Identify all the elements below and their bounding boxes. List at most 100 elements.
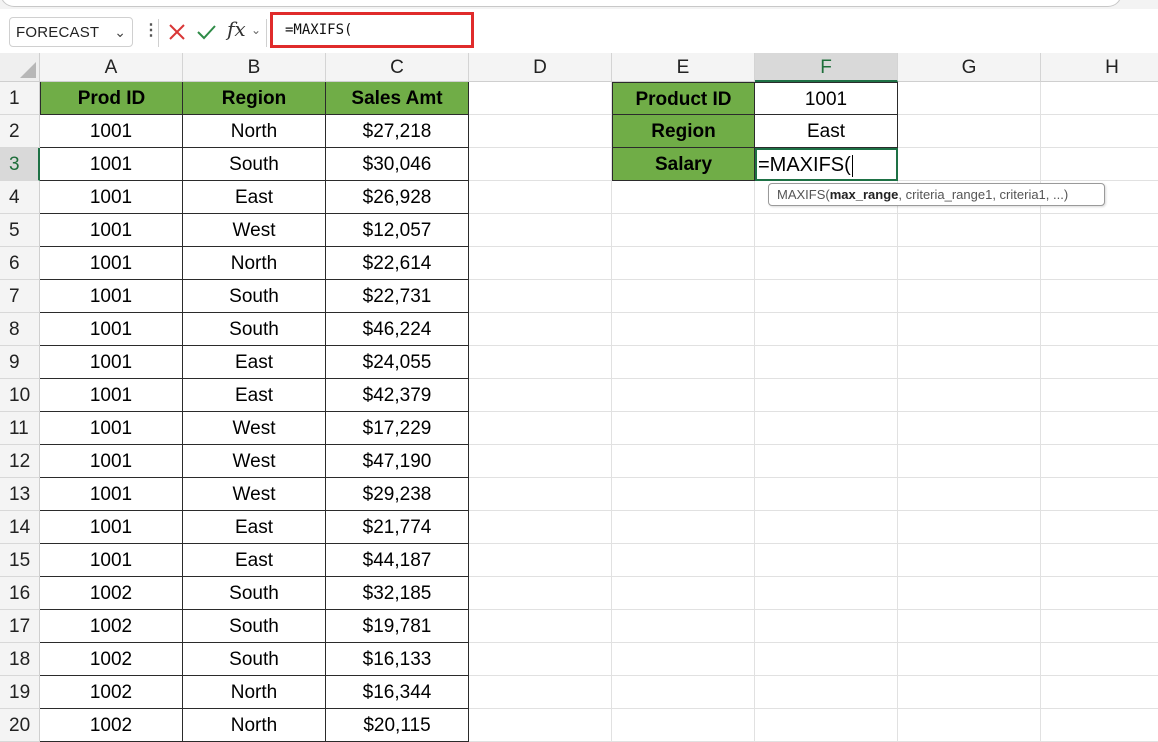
cell-a19[interactable]: 1002 <box>40 676 183 709</box>
cell-b3[interactable]: South <box>183 148 326 181</box>
select-all-corner[interactable] <box>0 53 40 82</box>
cell-d19[interactable] <box>469 676 612 709</box>
cell-e8[interactable] <box>612 313 755 346</box>
cell-a9[interactable]: 1001 <box>40 346 183 379</box>
cell-c4[interactable]: $26,928 <box>326 181 469 214</box>
cell-h5[interactable] <box>1041 214 1158 247</box>
row-header-3[interactable]: 3 <box>0 148 40 181</box>
cell-e10[interactable] <box>612 379 755 412</box>
cell-h16[interactable] <box>1041 577 1158 610</box>
cell-c7[interactable]: $22,731 <box>326 280 469 313</box>
formula-input[interactable]: =MAXIFS( <box>270 12 474 48</box>
cell-g2[interactable] <box>898 115 1041 148</box>
cell-d4[interactable] <box>469 181 612 214</box>
cell-d2[interactable] <box>469 115 612 148</box>
cell-d1[interactable] <box>469 82 612 115</box>
cell-a17[interactable]: 1002 <box>40 610 183 643</box>
cell-b19[interactable]: North <box>183 676 326 709</box>
row-header-17[interactable]: 17 <box>0 610 40 643</box>
row-header-15[interactable]: 15 <box>0 544 40 577</box>
cell-b20[interactable]: North <box>183 709 326 742</box>
cell-f11[interactable] <box>755 412 898 445</box>
cell-h14[interactable] <box>1041 511 1158 544</box>
cell-f7[interactable] <box>755 280 898 313</box>
cell-c10[interactable]: $42,379 <box>326 379 469 412</box>
cell-f18[interactable] <box>755 643 898 676</box>
cell-d20[interactable] <box>469 709 612 742</box>
cell-h19[interactable] <box>1041 676 1158 709</box>
enter-check-icon[interactable] <box>195 21 217 43</box>
cell-c20[interactable]: $20,115 <box>326 709 469 742</box>
cell-a5[interactable]: 1001 <box>40 214 183 247</box>
cell-g16[interactable] <box>898 577 1041 610</box>
cell-b4[interactable]: East <box>183 181 326 214</box>
cell-e15[interactable] <box>612 544 755 577</box>
cancel-icon[interactable] <box>166 21 188 43</box>
cell-g15[interactable] <box>898 544 1041 577</box>
cell-b16[interactable]: South <box>183 577 326 610</box>
cell-e3[interactable]: Salary <box>612 148 755 181</box>
cell-c11[interactable]: $17,229 <box>326 412 469 445</box>
cell-g5[interactable] <box>898 214 1041 247</box>
cell-g18[interactable] <box>898 643 1041 676</box>
row-header-11[interactable]: 11 <box>0 412 40 445</box>
cell-b17[interactable]: South <box>183 610 326 643</box>
cell-g17[interactable] <box>898 610 1041 643</box>
row-header-18[interactable]: 18 <box>0 643 40 676</box>
cell-g1[interactable] <box>898 82 1041 115</box>
column-header-g[interactable]: G <box>898 53 1041 82</box>
cell-e1[interactable]: Product ID <box>612 82 755 115</box>
column-header-a[interactable]: A <box>40 53 183 82</box>
cell-g14[interactable] <box>898 511 1041 544</box>
cell-d15[interactable] <box>469 544 612 577</box>
cell-b14[interactable]: East <box>183 511 326 544</box>
cell-b1[interactable]: Region <box>183 82 326 115</box>
cell-h20[interactable] <box>1041 709 1158 742</box>
cell-c8[interactable]: $46,224 <box>326 313 469 346</box>
cell-f8[interactable] <box>755 313 898 346</box>
row-header-6[interactable]: 6 <box>0 247 40 280</box>
cell-h13[interactable] <box>1041 478 1158 511</box>
cell-a14[interactable]: 1001 <box>40 511 183 544</box>
cell-e17[interactable] <box>612 610 755 643</box>
cell-f12[interactable] <box>755 445 898 478</box>
cell-a1[interactable]: Prod ID <box>40 82 183 115</box>
column-header-b[interactable]: B <box>183 53 326 82</box>
cell-g8[interactable] <box>898 313 1041 346</box>
cell-c3[interactable]: $30,046 <box>326 148 469 181</box>
cell-b11[interactable]: West <box>183 412 326 445</box>
row-header-1[interactable]: 1 <box>0 82 40 115</box>
cell-f14[interactable] <box>755 511 898 544</box>
cell-e19[interactable] <box>612 676 755 709</box>
cell-h17[interactable] <box>1041 610 1158 643</box>
row-header-9[interactable]: 9 <box>0 346 40 379</box>
cell-e4[interactable] <box>612 181 755 214</box>
column-header-d[interactable]: D <box>469 53 612 82</box>
cell-a7[interactable]: 1001 <box>40 280 183 313</box>
cell-d10[interactable] <box>469 379 612 412</box>
cell-g6[interactable] <box>898 247 1041 280</box>
tooltip-current-arg[interactable]: max_range <box>830 187 899 202</box>
cell-f10[interactable] <box>755 379 898 412</box>
cell-c18[interactable]: $16,133 <box>326 643 469 676</box>
cell-h12[interactable] <box>1041 445 1158 478</box>
cell-a12[interactable]: 1001 <box>40 445 183 478</box>
cell-g3[interactable] <box>898 148 1041 181</box>
cell-d6[interactable] <box>469 247 612 280</box>
cell-d16[interactable] <box>469 577 612 610</box>
cell-f3[interactable]: =MAXIFS( <box>755 148 898 181</box>
row-header-20[interactable]: 20 <box>0 709 40 742</box>
cell-e2[interactable]: Region <box>612 115 755 148</box>
cell-e18[interactable] <box>612 643 755 676</box>
cell-f17[interactable] <box>755 610 898 643</box>
cell-b6[interactable]: North <box>183 247 326 280</box>
cell-c17[interactable]: $19,781 <box>326 610 469 643</box>
cell-d18[interactable] <box>469 643 612 676</box>
cell-a18[interactable]: 1002 <box>40 643 183 676</box>
cell-a15[interactable]: 1001 <box>40 544 183 577</box>
cell-c1[interactable]: Sales Amt <box>326 82 469 115</box>
cell-b12[interactable]: West <box>183 445 326 478</box>
cell-f13[interactable] <box>755 478 898 511</box>
cell-h18[interactable] <box>1041 643 1158 676</box>
cell-f20[interactable] <box>755 709 898 742</box>
